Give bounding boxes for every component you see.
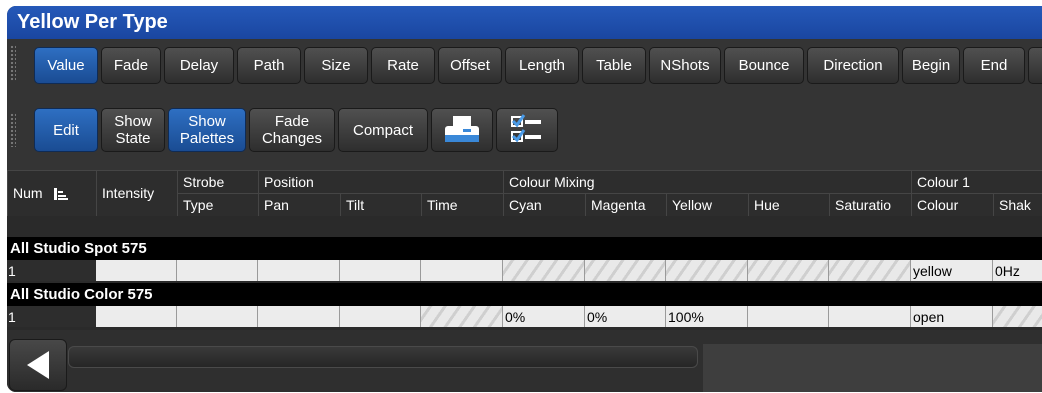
show-palettes-button[interactable]: Show Palettes: [168, 108, 246, 152]
show-palettes-line1: Show: [188, 113, 226, 130]
print-icon: [445, 116, 479, 142]
cyan-cell[interactable]: [503, 260, 585, 281]
pan-cell[interactable]: [258, 260, 340, 281]
time-column-header[interactable]: Time: [421, 193, 503, 216]
tilt-column-header[interactable]: Tilt: [340, 193, 421, 216]
saturation-cell[interactable]: [829, 306, 911, 327]
row-num[interactable]: 1: [7, 260, 96, 281]
colour-column-header[interactable]: Colour: [911, 193, 993, 216]
size-button[interactable]: Size: [304, 47, 368, 84]
colour-cell[interactable]: open: [911, 306, 993, 327]
tilt-cell[interactable]: [340, 260, 421, 281]
toolbar-grip[interactable]: [10, 45, 16, 81]
shake-cell[interactable]: 0Hz: [993, 260, 1042, 281]
hue-cell[interactable]: [748, 260, 829, 281]
saturation-column-header[interactable]: Saturatio: [829, 193, 911, 216]
show-palettes-line2: Palettes: [179, 130, 235, 147]
window-title: Yellow Per Type: [7, 6, 1042, 39]
checklist-icon: [511, 114, 541, 143]
path-button[interactable]: Path: [237, 47, 301, 84]
magenta-cell[interactable]: 0%: [585, 306, 666, 327]
type-column-header[interactable]: Type: [177, 193, 258, 216]
fixture-group-header: All Studio Color 575: [7, 283, 1042, 306]
checklist-button[interactable]: [496, 108, 558, 152]
hue-column-header[interactable]: Hue: [748, 193, 829, 216]
fade-changes-line1: Fade: [274, 113, 310, 130]
cyan-cell[interactable]: 0%: [503, 306, 585, 327]
magenta-column-header[interactable]: Magenta: [585, 193, 666, 216]
strobe-type-cell[interactable]: [177, 260, 258, 281]
window: Yellow Per Type Value Fade Delay Path Si…: [7, 6, 1042, 392]
bounce-button[interactable]: Bounce: [724, 47, 804, 84]
toolbar-grip[interactable]: [10, 113, 16, 147]
row-num[interactable]: 1: [7, 306, 96, 327]
intensity-cell[interactable]: [96, 306, 177, 327]
view-toolbar: Edit Show State Show Palettes Fade Changes …: [7, 87, 1042, 170]
fade-changes-line2: Changes: [261, 130, 323, 147]
print-button[interactable]: [431, 108, 493, 152]
yellow-cell[interactable]: [666, 260, 748, 281]
edit-button[interactable]: Edit: [34, 108, 98, 152]
time-cell[interactable]: [421, 260, 503, 281]
delay-button[interactable]: Delay: [164, 47, 234, 84]
intensity-header[interactable]: Intensity: [96, 170, 177, 216]
shake-cell[interactable]: [993, 306, 1042, 327]
colour-mixing-group-header[interactable]: Colour Mixing: [503, 170, 911, 193]
num-header-label: Num: [13, 185, 43, 201]
bottom-bar: [7, 334, 1042, 392]
end-button[interactable]: End: [963, 47, 1025, 84]
num-header[interactable]: Num: [7, 170, 96, 216]
sort-icon: [54, 188, 69, 201]
horizontal-scrollbar[interactable]: [68, 346, 698, 368]
direction-button[interactable]: Direction: [807, 47, 899, 84]
rate-button[interactable]: Rate: [371, 47, 435, 84]
fade-changes-button[interactable]: Fade Changes: [249, 108, 335, 152]
begin-button[interactable]: Begin: [902, 47, 960, 84]
nshots-button[interactable]: NShots: [649, 47, 721, 84]
value-button[interactable]: Value: [34, 47, 98, 84]
length-button[interactable]: Length: [505, 47, 579, 84]
shake-column-header[interactable]: Shak: [993, 193, 1042, 216]
parameter-grid: Num Intensity Strobe Position Colour Mix…: [7, 170, 1042, 330]
colour-cell[interactable]: yellow: [911, 260, 993, 281]
fade-button[interactable]: Fade: [101, 47, 161, 84]
more-button[interactable]: [1028, 47, 1042, 84]
table-button[interactable]: Table: [582, 47, 646, 84]
magenta-cell[interactable]: [585, 260, 666, 281]
compact-button[interactable]: Compact: [338, 108, 428, 152]
show-state-line2: State: [115, 130, 151, 147]
scroll-left-button[interactable]: [9, 339, 67, 391]
yellow-cell[interactable]: 100%: [666, 306, 748, 327]
bottom-right-panel: [703, 344, 1042, 392]
hue-cell[interactable]: [748, 306, 829, 327]
show-state-line1: Show: [114, 113, 152, 130]
pan-cell[interactable]: [258, 306, 340, 327]
left-arrow-icon: [27, 351, 49, 379]
colour1-group-header[interactable]: Colour 1: [911, 170, 1042, 193]
cyan-column-header[interactable]: Cyan: [503, 193, 585, 216]
intensity-cell[interactable]: [96, 260, 177, 281]
strobe-type-cell[interactable]: [177, 306, 258, 327]
saturation-cell[interactable]: [829, 260, 911, 281]
fixture-group-header: All Studio Spot 575: [7, 237, 1042, 260]
time-cell[interactable]: [421, 306, 503, 327]
offset-button[interactable]: Offset: [438, 47, 502, 84]
tilt-cell[interactable]: [340, 306, 421, 327]
strobe-group-header[interactable]: Strobe: [177, 170, 258, 193]
editor-toolbar: Value Fade Delay Path Size Rate Offset L…: [7, 39, 1042, 87]
pan-column-header[interactable]: Pan: [258, 193, 340, 216]
yellow-column-header[interactable]: Yellow: [666, 193, 748, 216]
show-state-button[interactable]: Show State: [101, 108, 165, 152]
position-group-header[interactable]: Position: [258, 170, 503, 193]
